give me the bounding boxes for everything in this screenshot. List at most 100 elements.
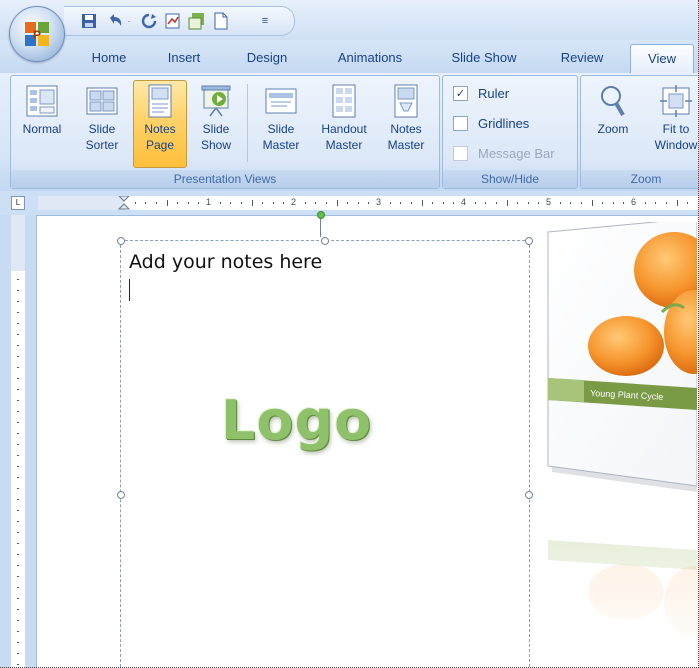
ruler-tick (262, 202, 264, 204)
tab-review[interactable]: Review (550, 44, 614, 74)
presentation-views-label: Presentation Views (11, 170, 439, 188)
group-presentation-views: Normal Slide Sorter Notes Page Slide Sho… (10, 75, 440, 189)
slide-master-icon (265, 88, 297, 114)
ruler-tick (17, 499, 19, 500)
ruler-tick (134, 202, 136, 204)
ruler-tick (570, 202, 572, 204)
tab-view[interactable]: View (630, 44, 694, 75)
normal-view-icon (26, 85, 58, 117)
ruler-tick (17, 521, 19, 522)
ruler-tick (17, 301, 19, 302)
notes-page-button[interactable]: Notes Page (133, 80, 187, 168)
svg-text:P: P (33, 28, 41, 42)
ribbon: Normal Slide Sorter Notes Page Slide Sho… (0, 73, 699, 192)
new-document-icon[interactable] (210, 10, 232, 32)
slide-sorter-button[interactable]: Slide Sorter (73, 80, 131, 168)
ruler-tick (198, 202, 200, 204)
ruler-tick (580, 202, 582, 204)
zoom-label: Zoom (597, 122, 629, 136)
ruler-checkbox-row[interactable]: ✓ Ruler (453, 82, 509, 104)
rotate-handle[interactable] (317, 211, 325, 219)
office-button[interactable]: P (9, 6, 65, 62)
ruler-checkbox[interactable]: ✓ (453, 85, 468, 101)
handout-master-button[interactable]: Handout Master (311, 80, 377, 168)
tab-insert[interactable]: Insert (154, 44, 214, 74)
save-icon[interactable] (78, 10, 100, 32)
ruler-tick (17, 587, 19, 588)
slide-show-button[interactable]: Slide Show (189, 80, 243, 168)
ruler-tick (612, 202, 614, 204)
notes-master-label-2: Master (387, 138, 425, 152)
ruler-tick (240, 202, 242, 204)
ruler-tick (602, 202, 604, 204)
ruler-tick (17, 323, 19, 324)
notes-master-button[interactable]: Notes Master (377, 80, 435, 168)
fit-to-window-button[interactable]: Fit to Window (645, 80, 699, 168)
undo-dropdown-icon[interactable]: · (124, 10, 134, 32)
ruler-tick (155, 202, 157, 204)
redo-icon[interactable] (138, 10, 160, 32)
tab-animations[interactable]: Animations (322, 44, 418, 74)
gridlines-checkbox[interactable] (453, 115, 468, 131)
ruler-tick (527, 202, 529, 204)
ruler-tick (17, 543, 19, 544)
ruler-tick (368, 202, 370, 204)
ruler-tick (17, 455, 19, 456)
slide-master-button[interactable]: Slide Master (253, 80, 309, 168)
resize-handle[interactable] (321, 237, 329, 245)
ruler-tick (17, 378, 19, 379)
ruler-tick (538, 202, 540, 204)
print-preview-icon[interactable] (162, 10, 184, 32)
ruler-tick (17, 565, 19, 566)
slide-show-icon (201, 85, 231, 117)
notes-placeholder-box[interactable]: Add your notes here Logo (117, 211, 533, 668)
ruler-tick (17, 422, 19, 423)
ruler-tick (17, 279, 19, 280)
normal-label: Normal (22, 122, 62, 136)
zoom-button[interactable]: Zoom (587, 80, 639, 168)
ruler-tick (177, 202, 179, 204)
ruler-tick (304, 202, 306, 204)
ruler-label: Ruler (478, 85, 510, 101)
ruler-tick (687, 202, 689, 204)
vertical-ruler[interactable] (0, 215, 37, 668)
ruler-tick (389, 202, 391, 204)
ruler-number: 1 (206, 197, 212, 207)
logo-wordart[interactable]: Logo (221, 389, 372, 452)
resize-handle[interactable] (525, 237, 533, 245)
horizontal-ruler[interactable]: L 1 2 3 4 5 6 (0, 191, 699, 216)
indent-marker-icon[interactable] (118, 196, 130, 210)
ruler-tick (623, 202, 625, 204)
undo-icon[interactable] (104, 10, 126, 32)
ruler-tick (17, 312, 19, 313)
tab-selector[interactable]: L (11, 196, 25, 210)
ruler-tick (145, 202, 147, 204)
ruler-tick (655, 202, 657, 204)
tab-slide-show[interactable]: Slide Show (436, 44, 532, 74)
ruler-tick (251, 200, 253, 206)
notes-master-icon (394, 84, 418, 118)
group-zoom: Zoom Fit to Window Zoom (580, 75, 699, 189)
ruler-tick (283, 202, 285, 204)
gridlines-checkbox-row[interactable]: Gridlines (453, 112, 529, 134)
tab-home[interactable]: Home (82, 44, 136, 74)
tab-design[interactable]: Design (232, 44, 302, 74)
ruler-number: 2 (291, 197, 297, 207)
resize-handle[interactable] (117, 491, 125, 499)
ruler-tick (230, 202, 232, 204)
slide-thumbnail[interactable]: Young Plant Cycle (544, 222, 697, 662)
ruler-tick (315, 202, 317, 204)
zoom-group-label: Zoom (581, 170, 699, 188)
ruler-tick (187, 202, 189, 204)
normal-view-button[interactable]: Normal (15, 80, 69, 168)
notes-text[interactable]: Add your notes here (129, 251, 322, 273)
fit-to-window-label-1: Fit to (662, 122, 690, 136)
resize-handle[interactable] (117, 237, 125, 245)
notes-master-label-1: Notes (390, 122, 422, 136)
resize-handle[interactable] (525, 491, 533, 499)
customize-qat-icon[interactable]: ≡ (258, 10, 272, 32)
new-slide-icon[interactable] (186, 10, 208, 32)
ruler-tick (272, 202, 274, 204)
ruler-tick (644, 202, 646, 204)
ruler-tick (676, 200, 678, 206)
